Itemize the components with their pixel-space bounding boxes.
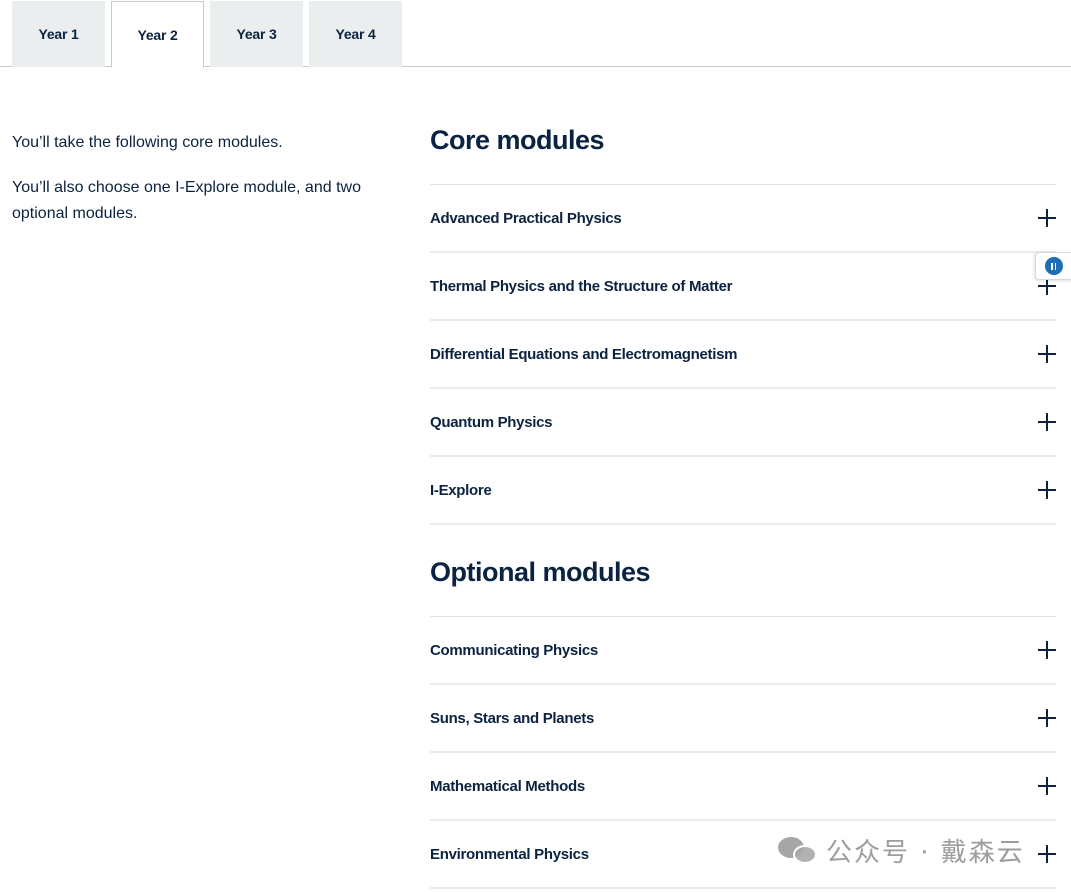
- core-modules-list: Advanced Practical Physics Thermal Physi…: [430, 184, 1056, 525]
- tab-year-2[interactable]: Year 2: [111, 1, 204, 68]
- module-row-communicating-physics[interactable]: Communicating Physics: [430, 617, 1056, 685]
- watermark: 公众号 · 戴森云: [778, 832, 1025, 868]
- wechat-icon: [778, 835, 818, 865]
- module-name: Differential Equations and Electromagnet…: [430, 345, 738, 363]
- tab-year-1[interactable]: Year 1: [12, 1, 105, 67]
- plus-icon[interactable]: [1038, 209, 1056, 227]
- module-name: I-Explore: [430, 481, 492, 499]
- plus-icon[interactable]: [1038, 845, 1056, 863]
- module-row-mathematical-methods[interactable]: Mathematical Methods: [430, 753, 1056, 821]
- module-row-advanced-practical-physics[interactable]: Advanced Practical Physics: [430, 185, 1056, 253]
- pause-icon: [1044, 257, 1063, 275]
- plus-icon[interactable]: [1038, 641, 1056, 659]
- plus-icon[interactable]: [1038, 481, 1056, 499]
- module-name: Quantum Physics: [430, 413, 553, 431]
- module-row-quantum-physics[interactable]: Quantum Physics: [430, 389, 1056, 457]
- module-row-i-explore[interactable]: I-Explore: [430, 457, 1056, 525]
- watermark-text: 公众号 · 戴森云: [826, 837, 1025, 868]
- tab-year-3[interactable]: Year 3: [210, 1, 303, 67]
- plus-icon[interactable]: [1038, 777, 1056, 795]
- intro-text: You’ll take the following core modules. …: [12, 130, 372, 246]
- core-modules-title: Core modules: [430, 125, 605, 155]
- module-name: Thermal Physics and the Structure of Mat…: [430, 277, 733, 295]
- module-name: Suns, Stars and Planets: [430, 709, 594, 727]
- intro-line-optional: You’ll also choose one I-Explore module,…: [12, 179, 361, 222]
- plus-icon[interactable]: [1038, 413, 1056, 431]
- optional-modules-title: Optional modules: [430, 557, 651, 587]
- plus-icon[interactable]: [1038, 709, 1056, 727]
- module-name: Mathematical Methods: [430, 777, 585, 795]
- module-name: Advanced Practical Physics: [430, 209, 622, 227]
- tab-year-4[interactable]: Year 4: [309, 1, 402, 67]
- module-row-thermal-physics[interactable]: Thermal Physics and the Structure of Mat…: [430, 253, 1056, 321]
- module-row-differential-equations[interactable]: Differential Equations and Electromagnet…: [430, 321, 1056, 389]
- plus-icon[interactable]: [1038, 345, 1056, 363]
- year-tabs: Year 1 Year 2 Year 3 Year 4: [0, 0, 1071, 68]
- module-name: Environmental Physics: [430, 845, 589, 863]
- module-name: Communicating Physics: [430, 641, 598, 659]
- intro-line-core: You’ll take the following core modules.: [12, 134, 283, 151]
- floating-pause-widget[interactable]: [1035, 252, 1071, 280]
- module-row-suns-stars-planets[interactable]: Suns, Stars and Planets: [430, 685, 1056, 753]
